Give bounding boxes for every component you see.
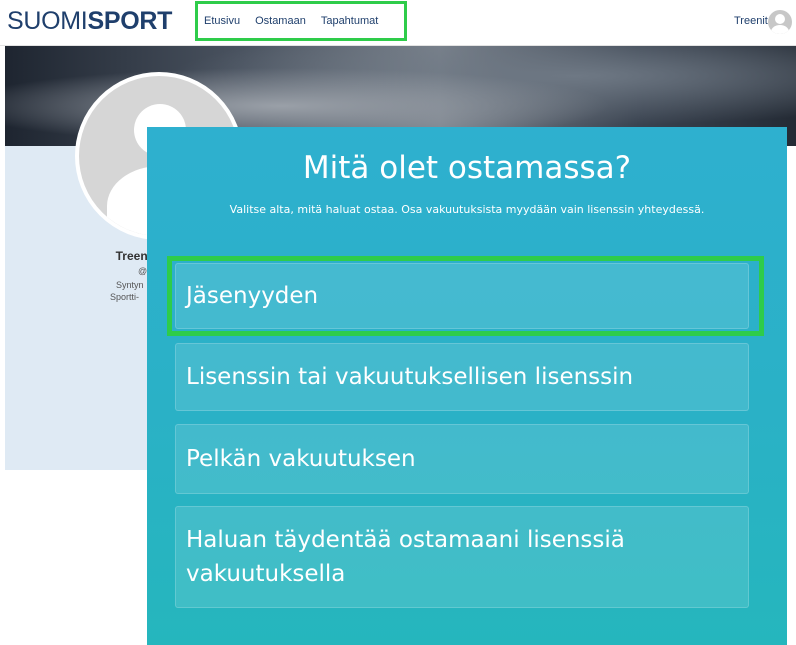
profile-sportti-id: Sportti- xyxy=(110,292,140,302)
profile-handle: @ xyxy=(138,266,148,276)
profile-birthdate: Syntyn xyxy=(116,280,144,290)
user-menu-label[interactable]: Treenit xyxy=(734,15,768,27)
modal-subtitle: Valitse alta, mitä haluat ostaa. Osa vak… xyxy=(229,203,705,216)
option-highlight-box xyxy=(167,256,764,336)
nav-highlight-box xyxy=(195,1,407,41)
modal-title: Mitä olet ostamassa? xyxy=(302,150,632,186)
user-avatar-icon[interactable] xyxy=(768,10,792,34)
option-supplement-insurance-button[interactable]: Haluan täydentää ostamaani lisenssiä vak… xyxy=(175,506,749,608)
suomisport-logo[interactable]: SUOMISPORT xyxy=(7,6,172,36)
option-license-button[interactable]: Lisenssin tai vakuutuksellisen lisenssin xyxy=(175,343,749,411)
option-insurance-button[interactable]: Pelkän vakuutuksen xyxy=(175,424,749,494)
purchase-type-modal: Mitä olet ostamassa? Valitse alta, mitä … xyxy=(147,127,787,645)
top-navbar: SUOMISPORT Etusivu Ostamaan Tapahtumat T… xyxy=(0,0,796,46)
logo-text-bold: SPORT xyxy=(87,7,173,35)
profile-name: Treeni xyxy=(115,249,151,263)
logo-text-light: SUOMI xyxy=(7,7,88,35)
